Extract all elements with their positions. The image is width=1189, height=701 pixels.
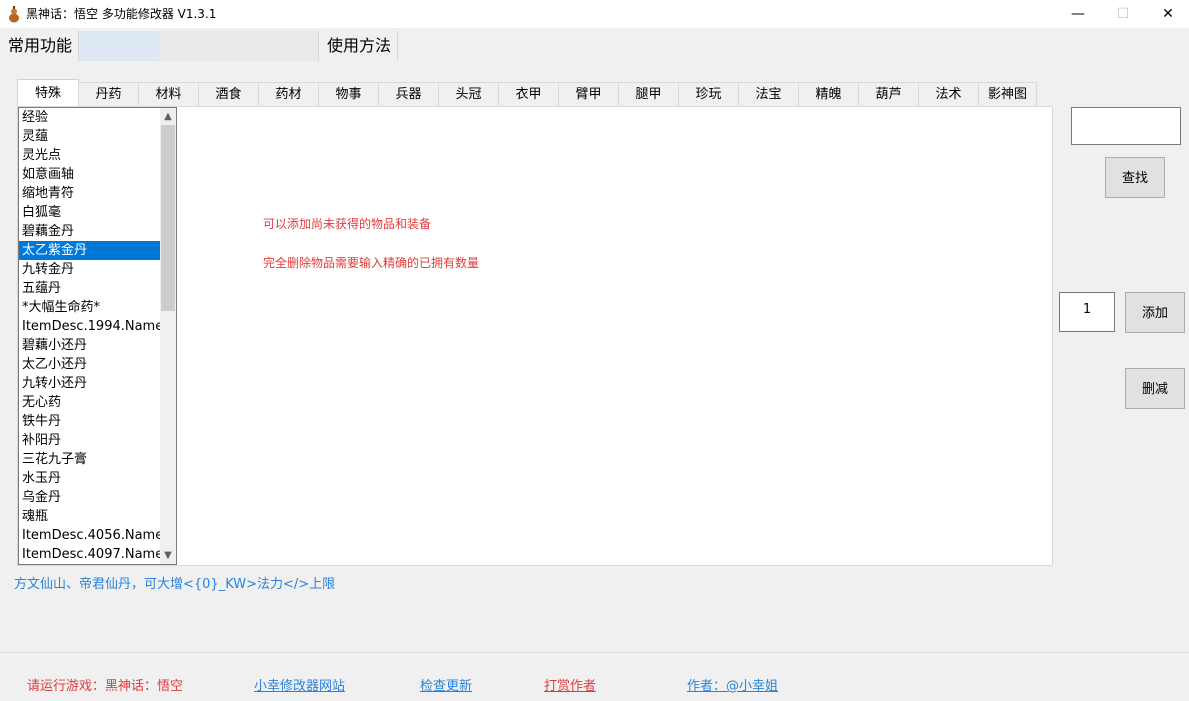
list-item[interactable]: ItemDesc.4056.Name	[19, 526, 176, 545]
remove-button[interactable]: 删减	[1125, 368, 1185, 409]
window-title: 黑神话：悟空 多功能修改器 V1.3.1	[26, 7, 217, 21]
list-item[interactable]: 乌金丹	[19, 488, 176, 507]
scroll-thumb[interactable]	[161, 125, 175, 311]
list-item[interactable]: 灵蕴	[19, 127, 176, 146]
game-status-text: 请运行游戏：黑神话：悟空	[27, 679, 184, 694]
tab-weapons[interactable]: 兵器	[378, 82, 439, 106]
tab-journal[interactable]: 影神图	[978, 82, 1037, 106]
tab-arm-armor[interactable]: 臂甲	[558, 82, 619, 106]
tab-spells[interactable]: 法术	[918, 82, 979, 106]
item-description: 方文仙山、帝君仙丹，可大增<{0}_KW>法力</>上限	[14, 577, 336, 592]
scroll-up-icon[interactable]: ▲	[160, 108, 176, 125]
tab-gourds[interactable]: 葫芦	[858, 82, 919, 106]
main-tab-bar: 常用功能 使用方法	[0, 28, 1189, 63]
list-item[interactable]: 三花九子膏	[19, 450, 176, 469]
list-item[interactable]: 灵光点	[19, 146, 176, 165]
list-item[interactable]: 无心药	[19, 393, 176, 412]
list-item[interactable]: 水玉丹	[19, 469, 176, 488]
maximize-button[interactable]: ☐	[1100, 0, 1146, 28]
info-text-delete: 完全删除物品需要输入精确的已拥有数量	[263, 256, 480, 270]
scroll-down-icon[interactable]: ▼	[160, 547, 176, 564]
tab-blank-2	[159, 31, 319, 61]
list-item[interactable]: 白狐毫	[19, 203, 176, 222]
website-link[interactable]: 小幸修改器网站	[254, 675, 345, 694]
list-item[interactable]: 经验	[19, 108, 176, 127]
list-scrollbar[interactable]: ▲ ▼	[160, 108, 176, 564]
list-item[interactable]: 补阳丹	[19, 431, 176, 450]
list-item[interactable]: 碧藕小还丹	[19, 336, 176, 355]
list-item[interactable]: 魂瓶	[19, 507, 176, 526]
list-item[interactable]: 九转金丹	[19, 260, 176, 279]
search-button[interactable]: 查找	[1105, 157, 1165, 198]
tab-curios[interactable]: 珍玩	[678, 82, 739, 106]
list-item[interactable]: 缩地青符	[19, 184, 176, 203]
tab-special[interactable]: 特殊	[17, 79, 79, 106]
tab-common-functions[interactable]: 常用功能	[2, 31, 79, 61]
tab-headgear[interactable]: 头冠	[438, 82, 499, 106]
list-item[interactable]: 太乙小还丹	[19, 355, 176, 374]
tab-pills[interactable]: 丹药	[78, 82, 139, 106]
gourd-icon	[9, 6, 19, 23]
title-bar: 黑神话：悟空 多功能修改器 V1.3.1 — ☐ ✕	[0, 0, 1189, 28]
tab-body-armor[interactable]: 衣甲	[498, 82, 559, 106]
search-input[interactable]	[1071, 107, 1181, 145]
tab-herbs[interactable]: 药材	[258, 82, 319, 106]
list-item[interactable]: 铁牛丹	[19, 412, 176, 431]
list-item[interactable]: ItemDesc.1994.Name	[19, 317, 176, 336]
list-item[interactable]: ItemDesc.4097.Name	[19, 545, 176, 564]
tab-materials[interactable]: 材料	[138, 82, 199, 106]
tab-blank-1	[79, 31, 159, 61]
tab-items[interactable]: 物事	[318, 82, 379, 106]
add-button[interactable]: 添加	[1125, 292, 1185, 333]
item-listbox[interactable]: 经验 灵蕴 灵光点 如意画轴 缩地青符 白狐毫 碧藕金丹 太乙紫金丹 九转金丹 …	[18, 107, 177, 565]
content-panel: 经验 灵蕴 灵光点 如意画轴 缩地青符 白狐毫 碧藕金丹 太乙紫金丹 九转金丹 …	[17, 106, 1053, 566]
list-item[interactable]: 九转小还丹	[19, 374, 176, 393]
list-item[interactable]: 五蕴丹	[19, 279, 176, 298]
footer-bar: 请运行游戏：黑神话：悟空 小幸修改器网站 检查更新 打赏作者 作者：@小幸姐	[0, 652, 1189, 701]
check-update-link[interactable]: 检查更新	[420, 675, 472, 694]
tab-usage[interactable]: 使用方法	[321, 31, 398, 61]
list-item-selected[interactable]: 太乙紫金丹	[19, 241, 176, 260]
tab-spirits[interactable]: 精魄	[798, 82, 859, 106]
minimize-button[interactable]: —	[1055, 0, 1101, 28]
tab-vessels[interactable]: 法宝	[738, 82, 799, 106]
close-button[interactable]: ✕	[1145, 0, 1189, 28]
list-item[interactable]: *大幅生命药*	[19, 298, 176, 317]
tab-leg-armor[interactable]: 腿甲	[618, 82, 679, 106]
info-text-add: 可以添加尚未获得的物品和装备	[263, 217, 432, 231]
list-item[interactable]: 如意画轴	[19, 165, 176, 184]
tab-food-drink[interactable]: 酒食	[198, 82, 259, 106]
author-link[interactable]: 作者：@小幸姐	[687, 675, 778, 694]
list-item[interactable]: 碧藕金丹	[19, 222, 176, 241]
donate-link[interactable]: 打赏作者	[544, 675, 596, 694]
quantity-input[interactable]: 1	[1059, 292, 1115, 332]
